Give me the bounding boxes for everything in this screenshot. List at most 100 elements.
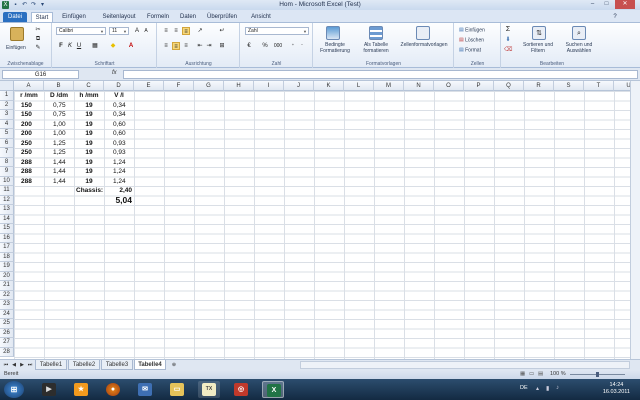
cell-d12[interactable]: 5,04	[104, 195, 134, 206]
table-cell[interactable]: 250	[14, 148, 44, 158]
row-header[interactable]: 26	[0, 328, 14, 338]
table-cell[interactable]: 19	[74, 110, 104, 120]
row-header[interactable]: 20	[0, 271, 14, 281]
tray-network-icon[interactable]: ▮	[546, 385, 549, 392]
table-cell[interactable]: 19	[74, 129, 104, 139]
formula-input[interactable]	[123, 70, 638, 79]
row-header[interactable]: 9	[0, 167, 14, 177]
format-as-table-button[interactable]: Als Tabelle formatieren	[356, 42, 396, 54]
view-page-break-icon[interactable]: ▤	[538, 370, 543, 379]
shrink-font-icon[interactable]: A	[142, 27, 150, 35]
column-header[interactable]: P	[464, 81, 494, 91]
close-button[interactable]: ✕	[615, 0, 635, 9]
language-indicator[interactable]: DE	[520, 385, 528, 391]
row-header[interactable]: 18	[0, 252, 14, 262]
row-header[interactable]: 3	[0, 110, 14, 120]
row-header[interactable]: 7	[0, 148, 14, 158]
paste-icon[interactable]	[10, 27, 24, 41]
wrap-text-icon[interactable]: ↵	[218, 27, 226, 35]
taskbar-app-2[interactable]: ★	[70, 381, 92, 398]
row-header[interactable]: 10	[0, 176, 14, 186]
align-bottom-icon[interactable]: ≡	[182, 27, 190, 35]
fill-color-icon[interactable]: ◆	[109, 42, 117, 50]
taskbar-acrobat[interactable]: ◎	[230, 381, 252, 398]
zoom-slider-thumb[interactable]	[596, 372, 599, 377]
table-cell[interactable]: 0,93	[104, 139, 134, 149]
column-header[interactable]: C	[74, 81, 104, 91]
conditional-format-icon[interactable]	[326, 26, 340, 40]
view-normal-icon[interactable]: ▦	[520, 370, 525, 379]
tab-review[interactable]: Überprüfen	[204, 12, 240, 22]
currency-icon[interactable]: €	[245, 42, 253, 50]
sheet-tab-tabelle1[interactable]: Tabelle1	[35, 360, 67, 370]
column-header[interactable]: R	[524, 81, 554, 91]
align-right-icon[interactable]: ≡	[182, 42, 190, 50]
worksheet-grid[interactable]: ABCDEFGHIJKLMNOPQRSTU 1 2 3 4 5 6 7 8 9 10 11 12 13 1…	[0, 81, 640, 359]
help-icon[interactable]: ?	[610, 12, 620, 22]
sheet-tab-tabelle2[interactable]: Tabelle2	[68, 360, 100, 370]
table-cell[interactable]: 0,75	[44, 110, 74, 120]
find-select-icon[interactable]: ⌕	[572, 26, 586, 40]
table-cell[interactable]: 19	[74, 158, 104, 168]
column-header[interactable]: G	[194, 81, 224, 91]
column-header[interactable]: K	[314, 81, 344, 91]
next-sheet-icon[interactable]: ▶	[18, 361, 26, 369]
table-cell[interactable]: 1,24	[104, 177, 134, 187]
cell-b1[interactable]: D /dm	[44, 91, 74, 101]
table-cell[interactable]: 0,75	[44, 101, 74, 111]
format-cells-button[interactable]: ▤ Format	[459, 47, 481, 53]
table-cell[interactable]: 1,24	[104, 158, 134, 168]
row-header[interactable]: 2	[0, 100, 14, 110]
table-cell[interactable]: 200	[14, 120, 44, 130]
taskbar-texmaker[interactable]: TX	[198, 381, 220, 398]
sheet-tab-tabelle3[interactable]: Tabelle3	[101, 360, 133, 370]
vertical-scrollbar[interactable]	[630, 81, 640, 359]
row-header[interactable]: 14	[0, 214, 14, 224]
minimize-button[interactable]: –	[586, 0, 599, 9]
table-cell[interactable]: 19	[74, 139, 104, 149]
taskbar-media-player[interactable]: ▶	[38, 381, 60, 398]
cell-c1[interactable]: h /mm	[74, 91, 104, 101]
row-header[interactable]: 21	[0, 281, 14, 291]
merge-cells-icon[interactable]: ⊞	[218, 42, 226, 50]
column-header[interactable]: L	[344, 81, 374, 91]
table-cell[interactable]: 1,25	[44, 148, 74, 158]
underline-button[interactable]: U	[75, 42, 83, 50]
last-sheet-icon[interactable]: ⏭	[26, 361, 34, 369]
cell-c11[interactable]: Chassis:	[74, 186, 104, 196]
conditional-format-button[interactable]: Bedingte Formatierung	[315, 42, 355, 54]
column-header[interactable]: Q	[494, 81, 524, 91]
paste-button[interactable]: Einfügen	[6, 45, 26, 51]
font-color-icon[interactable]: A	[127, 42, 135, 50]
table-cell[interactable]: 150	[14, 110, 44, 120]
cell-d1[interactable]: V /l	[104, 91, 134, 101]
column-header[interactable]: M	[374, 81, 404, 91]
sheet-tab-tabelle4[interactable]: Tabelle4	[134, 360, 166, 370]
table-cell[interactable]: 250	[14, 139, 44, 149]
table-cell[interactable]: 0,34	[104, 110, 134, 120]
row-header[interactable]: 22	[0, 290, 14, 300]
column-header[interactable]: A	[14, 81, 44, 91]
tab-view[interactable]: Ansicht	[246, 12, 276, 22]
taskbar-firefox[interactable]: ●	[102, 381, 124, 398]
font-size-combo[interactable]: 11 ▼	[109, 27, 129, 35]
table-cell[interactable]: 19	[74, 101, 104, 111]
row-header[interactable]: 28	[0, 347, 14, 357]
column-header[interactable]: D	[104, 81, 134, 91]
row-header[interactable]: 23	[0, 300, 14, 310]
format-as-table-icon[interactable]	[369, 26, 383, 40]
tab-data[interactable]: Daten	[176, 12, 200, 22]
column-header[interactable]: F	[164, 81, 194, 91]
new-sheet-icon[interactable]: ⊕	[169, 361, 179, 369]
number-format-combo[interactable]: Zahl ▼	[245, 27, 309, 35]
prev-sheet-icon[interactable]: ◀	[10, 361, 18, 369]
cell-styles-button[interactable]: Zellenformatvorlagen	[396, 42, 452, 48]
row-header[interactable]: 24	[0, 309, 14, 319]
thousands-button[interactable]: 000	[271, 42, 285, 50]
taskbar-explorer[interactable]: ▭	[166, 381, 188, 398]
name-box[interactable]: G16	[2, 70, 79, 79]
table-cell[interactable]: 19	[74, 120, 104, 130]
sort-filter-icon[interactable]: ⇅	[532, 26, 546, 40]
align-left-icon[interactable]: ≡	[162, 42, 170, 50]
row-header[interactable]: 19	[0, 262, 14, 272]
